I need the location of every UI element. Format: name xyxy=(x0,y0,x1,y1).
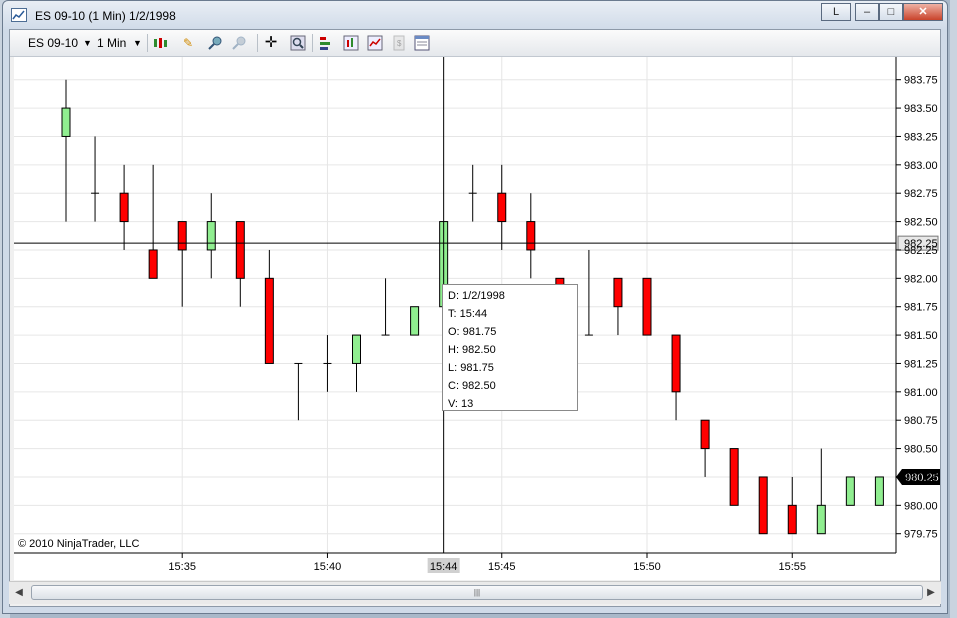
tooltip-volume: V: 13 xyxy=(448,398,474,410)
y-tick-label: 982.00 xyxy=(904,273,938,285)
candle-body xyxy=(206,221,216,251)
candle-body xyxy=(700,419,710,450)
chart-window: ES 09-10 (1 Min) 1/2/1998 L – □ ✕ ES 09-… xyxy=(2,0,948,614)
x-tick-label: 15:35 xyxy=(168,561,196,573)
y-tick-label: 983.50 xyxy=(904,103,938,115)
y-tick-label: 982.75 xyxy=(904,188,938,200)
candle-body xyxy=(148,249,158,279)
y-tick-label: 981.75 xyxy=(904,302,938,314)
scroll-right-icon[interactable]: ▶ xyxy=(923,584,939,602)
search-icon[interactable] xyxy=(290,35,306,51)
y-tick-label: 979.75 xyxy=(904,529,938,541)
y-tick-label: 983.25 xyxy=(904,131,938,143)
candle-body xyxy=(816,504,826,535)
tooltip-close: C: 982.50 xyxy=(448,380,496,392)
chart-app-icon xyxy=(11,8,27,22)
y-tick-label: 980.75 xyxy=(904,415,938,427)
interval-selector[interactable]: 1 Min xyxy=(97,36,126,50)
tooltip-high: H: 982.50 xyxy=(448,344,496,356)
candle-body xyxy=(758,476,768,535)
candle-body xyxy=(729,448,739,506)
maximize-button[interactable]: □ xyxy=(879,3,903,21)
scroll-left-icon[interactable]: ◀ xyxy=(11,584,27,602)
interval-dropdown-icon[interactable]: ▼ xyxy=(133,38,142,48)
horizontal-scrollbar[interactable]: ◀ ||| ▶ xyxy=(9,581,941,604)
candle-body xyxy=(177,221,187,251)
tooltip-open: O: 981.75 xyxy=(448,326,497,338)
candle-body xyxy=(235,221,245,279)
draw-pen-icon[interactable]: ✎ xyxy=(180,35,196,51)
chart-toolbar: ES 09-10 ▼ 1 Min ▼ ✎ ✛ $ xyxy=(10,30,940,57)
candle-body xyxy=(264,277,274,364)
candle-body xyxy=(119,192,129,223)
zoom-out-icon[interactable] xyxy=(232,35,248,51)
y-tick-label: 982.50 xyxy=(904,217,938,229)
candle-body xyxy=(613,277,623,308)
candle-body xyxy=(497,192,507,223)
tooltip-date: D: 1/2/1998 xyxy=(448,290,505,302)
save-icon[interactable]: $ xyxy=(391,35,407,51)
tooltip-low: L: 981.75 xyxy=(448,362,494,374)
y-tick-label: 980.00 xyxy=(904,500,938,512)
zoom-in-icon[interactable] xyxy=(208,35,224,51)
svg-text:$: $ xyxy=(397,39,402,48)
x-tick-label: 15:40 xyxy=(314,561,342,573)
scrollbar-thumb[interactable]: ||| xyxy=(31,585,923,600)
candle-body xyxy=(61,107,71,137)
x-tick-label: 15:55 xyxy=(778,561,806,573)
candle-body xyxy=(845,476,855,506)
minimize-button[interactable]: – xyxy=(855,3,879,21)
y-tick-label: 983.00 xyxy=(904,160,938,172)
data-box-icon[interactable] xyxy=(367,35,383,51)
link-button[interactable]: L xyxy=(821,3,851,21)
y-tick-label: 981.00 xyxy=(904,387,938,399)
window-title: ES 09-10 (1 Min) 1/2/1998 xyxy=(35,9,176,23)
y-tick-label: 981.50 xyxy=(904,330,938,342)
candle-body xyxy=(410,306,420,336)
title-bar[interactable]: ES 09-10 (1 Min) 1/2/1998 L – □ ✕ xyxy=(3,1,947,29)
toolbar-separator xyxy=(147,34,148,52)
chart-client-area: ES 09-10 ▼ 1 Min ▼ ✎ ✛ $ 982.25 15:44 98… xyxy=(9,29,941,607)
candle-body xyxy=(526,221,536,251)
copyright-text: © 2010 NinjaTrader, LLC xyxy=(18,538,139,550)
crosshair-icon[interactable]: ✛ xyxy=(263,35,279,51)
candle-body xyxy=(874,476,884,506)
y-tick-label: 981.25 xyxy=(904,358,938,370)
x-tick-label: 15:50 xyxy=(633,561,661,573)
instrument-selector[interactable]: ES 09-10 xyxy=(28,36,78,50)
y-tick-label: 980.25 xyxy=(904,472,938,484)
indicators-icon[interactable] xyxy=(343,35,359,51)
chart-area[interactable]: 982.25 15:44 980.25 © 2010 NinjaTrader, LLC… xyxy=(14,57,940,580)
bar-type-icon[interactable] xyxy=(152,35,168,51)
background-window-edge-right xyxy=(950,0,957,618)
tooltip-time: T: 15:44 xyxy=(448,308,488,320)
instrument-dropdown-icon[interactable]: ▼ xyxy=(83,38,92,48)
data-box-tooltip: D: 1/2/1998 T: 15:44 O: 981.75 H: 982.50… xyxy=(442,284,578,411)
strategies-icon[interactable] xyxy=(318,35,334,51)
candle-body xyxy=(787,504,797,535)
crosshair-time-label: 15:44 xyxy=(430,561,458,573)
close-button[interactable]: ✕ xyxy=(903,3,943,21)
y-tick-label: 982.25 xyxy=(904,245,938,257)
candle-body xyxy=(671,334,681,393)
x-tick-label: 15:45 xyxy=(488,561,516,573)
toolbar-separator xyxy=(257,34,258,52)
candle-body xyxy=(642,277,652,336)
y-tick-label: 980.50 xyxy=(904,444,938,456)
candle-body xyxy=(352,334,361,364)
y-tick-label: 983.75 xyxy=(904,75,938,87)
toolbar-separator xyxy=(312,34,313,52)
properties-icon[interactable] xyxy=(414,35,430,51)
